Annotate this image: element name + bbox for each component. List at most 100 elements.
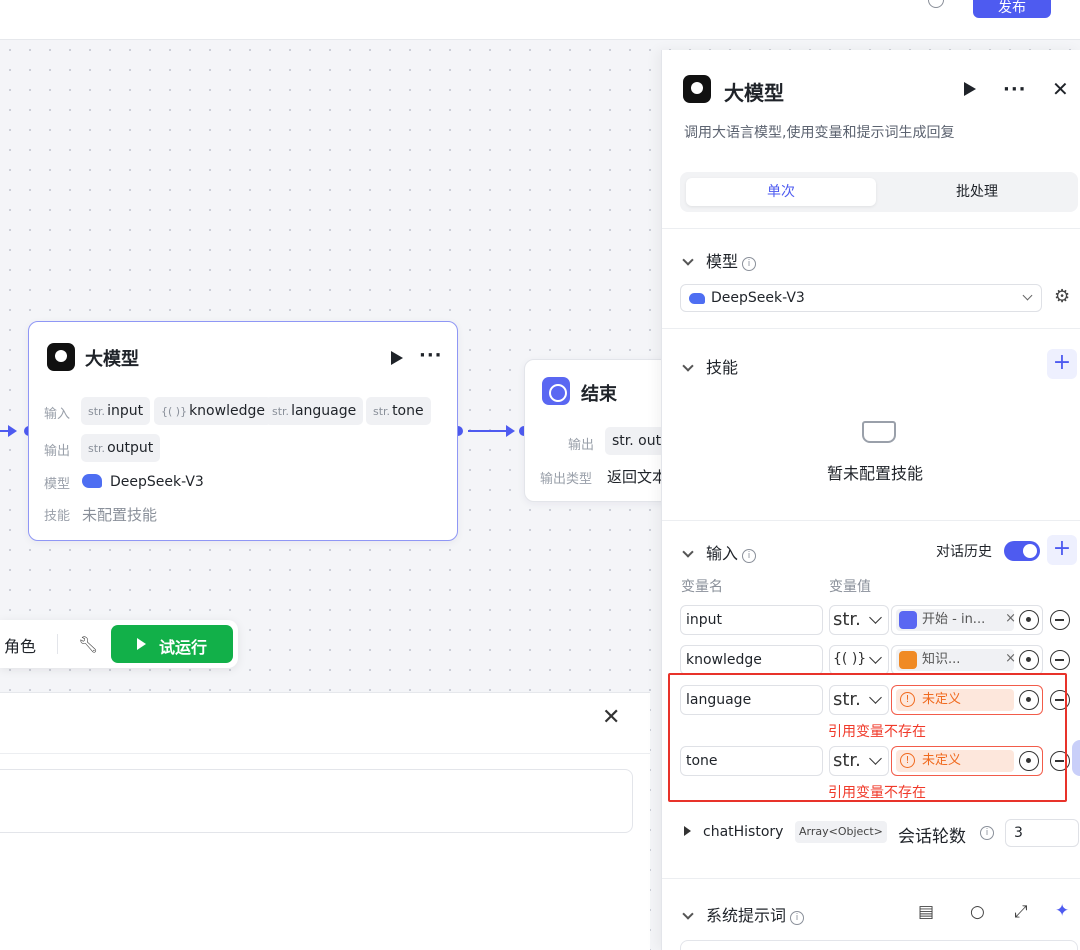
info-icon: i <box>742 549 757 563</box>
variable-type-select[interactable]: str. <box>829 685 889 715</box>
variable-type-select[interactable]: str. <box>829 746 889 776</box>
end-output-type-value: 返回文本 <box>607 468 668 486</box>
variable-name-input[interactable]: knowledge <box>680 645 823 675</box>
end-node[interactable]: 结束 输出 str. outp 输出类型 返回文本 <box>524 359 685 502</box>
run-node-icon[interactable] <box>391 351 403 365</box>
role-button[interactable]: 角色 <box>4 633 36 657</box>
template-library-icon[interactable]: ▤ <box>918 902 934 922</box>
info-icon: i <box>742 257 757 271</box>
variable-ref-field[interactable]: ! 未定义 <box>891 746 1043 776</box>
variable-type-select[interactable]: {( )} <box>829 645 889 675</box>
ai-sparkle-icon[interactable]: ✦ <box>1055 901 1069 921</box>
panel-title: 大模型 <box>724 81 784 105</box>
more-icon[interactable]: ··· <box>419 347 443 365</box>
model-row-label: 模型 <box>44 477 71 492</box>
panel-description: 调用大语言模型,使用变量和提示词生成回复 <box>684 125 955 141</box>
remove-row-icon[interactable] <box>1050 690 1070 710</box>
scroll-handle[interactable] <box>1072 740 1080 776</box>
chevron-down-icon <box>682 908 694 920</box>
knowledge-node-icon <box>899 651 917 669</box>
remove-row-icon[interactable] <box>1050 610 1070 630</box>
variable-name-input[interactable]: tone <box>680 746 823 776</box>
system-prompt-header[interactable]: 系统提示词 i <box>682 902 805 926</box>
chevron-down-icon <box>869 691 882 704</box>
end-node-title: 结束 <box>581 384 617 405</box>
close-icon[interactable]: ✕ <box>602 705 620 730</box>
empty-box-icon <box>862 421 896 443</box>
variable-ref-field[interactable]: ! 未定义 <box>891 685 1043 715</box>
wrench-icon[interactable]: 🔧︎ <box>78 635 98 654</box>
target-icon[interactable] <box>1019 751 1039 771</box>
help-icon[interactable] <box>928 0 944 8</box>
expand-icon[interactable]: ⤢ <box>1014 902 1028 922</box>
chevron-down-icon <box>1022 290 1033 301</box>
divider <box>662 228 1080 229</box>
target-icon[interactable] <box>1019 690 1039 710</box>
chat-history-toggle[interactable] <box>1004 541 1040 561</box>
top-bar: 发布 <box>0 0 1080 40</box>
input-row-label: 输入 <box>44 407 71 422</box>
tab-batch[interactable]: 批处理 <box>882 178 1072 206</box>
end-logo-icon <box>542 377 570 405</box>
chat-history-row[interactable]: chatHistory <box>684 824 783 840</box>
variable-ref-field[interactable]: 开始 - in... × <box>891 605 1043 635</box>
target-icon[interactable] <box>1019 610 1039 630</box>
tab-single[interactable]: 单次 <box>686 178 876 206</box>
llm-to-end-edge <box>468 430 508 432</box>
model-select[interactable]: DeepSeek-V3 <box>680 284 1042 312</box>
chevron-down-icon <box>869 752 882 765</box>
model-section-header[interactable]: 模型 i <box>682 248 757 272</box>
warning-icon: ! <box>900 753 915 768</box>
variable-ref-field[interactable]: 知识... × <box>891 645 1043 675</box>
play-icon <box>137 638 146 650</box>
model-value: DeepSeek-V3 <box>82 474 204 490</box>
warning-icon: ! <box>900 692 915 707</box>
variable-name-input[interactable]: language <box>680 685 823 715</box>
remove-row-icon[interactable] <box>1050 751 1070 771</box>
remove-row-icon[interactable] <box>1050 650 1070 670</box>
variable-type-select[interactable]: str. <box>829 605 889 635</box>
undefined-ref-tag: ! 未定义 <box>896 689 1014 711</box>
close-icon[interactable]: ✕ <box>1052 77 1069 101</box>
chevron-down-icon <box>869 611 882 624</box>
variable-name-input[interactable]: input <box>680 605 823 635</box>
publish-button[interactable]: 发布 <box>973 0 1051 18</box>
clear-ref-icon[interactable]: × <box>1005 651 1016 666</box>
test-run-button[interactable]: 试运行 <box>111 625 233 663</box>
column-header-value: 变量值 <box>829 579 871 595</box>
content-box <box>0 769 633 833</box>
info-icon: i <box>790 911 805 925</box>
deepseek-whale-icon <box>82 474 102 488</box>
more-icon[interactable]: ··· <box>1003 81 1027 99</box>
canvas-toolbar: 角色 🔧︎ 试运行 <box>0 620 238 668</box>
start-node-icon <box>899 611 917 629</box>
type-badge: Array<Object> <box>795 821 887 843</box>
skills-value: 未配置技能 <box>82 506 158 524</box>
toolbar-divider <box>57 634 58 654</box>
node-config-panel: 大模型 ··· ✕ 调用大语言模型,使用变量和提示词生成回复 单次 批处理 模型… <box>661 50 1080 950</box>
input-chip: str. tone <box>366 397 431 425</box>
llm-logo-icon <box>683 75 711 103</box>
divider <box>662 328 1080 329</box>
add-skill-button[interactable]: + <box>1047 349 1077 379</box>
lightbulb-icon[interactable]: ○ <box>970 902 985 922</box>
bottom-panel: ✕ <box>0 692 650 950</box>
skills-empty-text: 暂未配置技能 <box>827 464 924 483</box>
incoming-arrow-icon <box>8 425 17 437</box>
skills-section-header[interactable]: 技能 <box>682 354 738 378</box>
clear-ref-icon[interactable]: × <box>1005 611 1016 626</box>
skills-row-label: 技能 <box>44 509 71 524</box>
target-icon[interactable] <box>1019 650 1039 670</box>
llm-node[interactable]: 大模型 ··· 输入 str. input {( )} knowledge str.… <box>28 321 458 541</box>
chevron-down-icon <box>682 546 694 558</box>
chat-history-label: 对话历史 <box>936 544 992 560</box>
rounds-input[interactable]: 3 <box>1005 819 1079 847</box>
system-prompt-editor[interactable] <box>680 940 1078 950</box>
input-chip: str. language <box>265 397 364 425</box>
output-row-label: 输出 <box>44 444 71 459</box>
input-section-header[interactable]: 输入 i <box>682 540 757 564</box>
add-input-button[interactable]: + <box>1047 535 1077 565</box>
ref-tag: 知识... <box>896 649 1014 671</box>
gear-icon[interactable]: ⚙ <box>1054 286 1070 307</box>
run-node-icon[interactable] <box>964 82 976 96</box>
